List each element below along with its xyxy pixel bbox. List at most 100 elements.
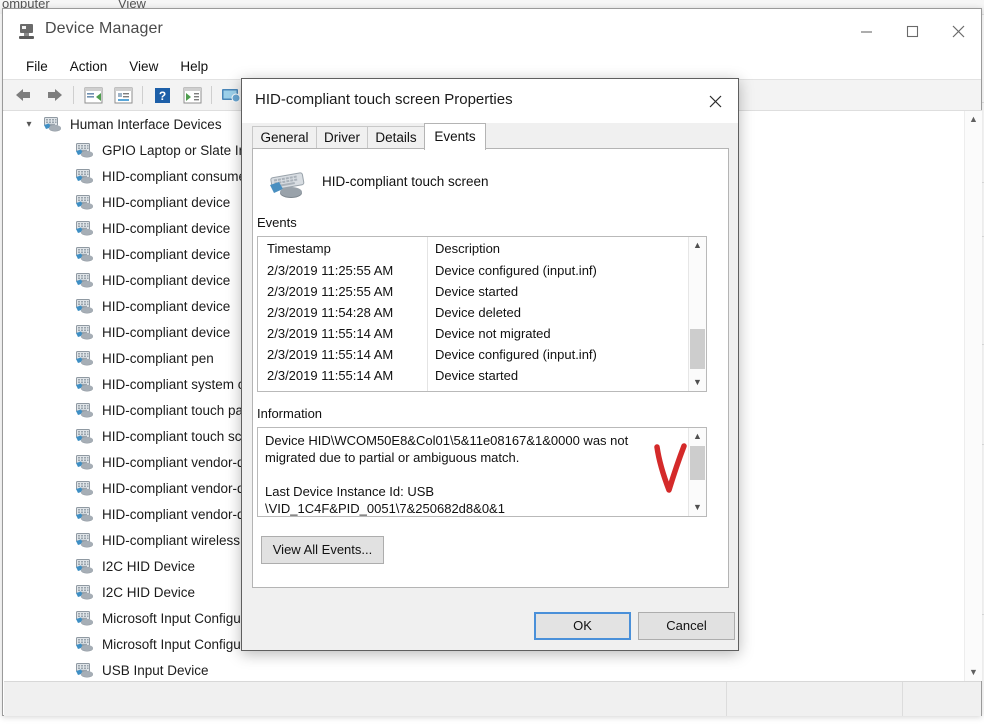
- hid-icon: [76, 142, 95, 158]
- events-scroll-thumb[interactable]: [690, 329, 705, 369]
- tree-item-label: I2C HID Device: [102, 584, 196, 600]
- event-timestamp: 2/3/2019 11:25:55 AM: [267, 263, 394, 278]
- hid-icon: [76, 324, 95, 340]
- hid-icon: [76, 454, 95, 470]
- events-list-content: Timestamp Description 2/3/2019 11:25:55 …: [258, 237, 688, 387]
- information-section-label: Information: [257, 406, 323, 421]
- hid-icon: [76, 272, 95, 288]
- red-check-annotation: [654, 443, 687, 493]
- dialog-titlebar: HID-compliant touch screen Properties: [242, 79, 738, 123]
- events-scrollbar[interactable]: ▲ ▼: [688, 237, 706, 391]
- column-header-description: Description: [435, 241, 501, 256]
- hid-icon: [76, 350, 95, 366]
- tree-item-label: Human Interface Devices: [70, 116, 222, 132]
- toolbar-separator: [73, 86, 74, 104]
- cancel-button[interactable]: Cancel: [638, 612, 735, 640]
- statusbar-divider: [902, 682, 903, 716]
- statusbar-divider: [726, 682, 727, 716]
- event-timestamp: 2/3/2019 11:55:14 AM: [267, 326, 394, 341]
- view-all-events-button[interactable]: View All Events...: [261, 536, 384, 564]
- menu-item-help[interactable]: Help: [169, 57, 219, 76]
- window-controls: [843, 9, 981, 53]
- hid-icon: [76, 298, 95, 314]
- device-manager-title: Device Manager: [45, 20, 163, 37]
- toolbar-separator: [211, 86, 212, 104]
- hid-icon: [76, 662, 95, 678]
- dialog-title: HID-compliant touch screen Properties: [255, 91, 513, 108]
- details-icon[interactable]: [108, 82, 138, 108]
- tree-item-label: HID-compliant device: [102, 272, 231, 288]
- event-row[interactable]: 2/3/2019 11:54:28 AM Device deleted: [258, 303, 688, 324]
- event-description: Device started: [435, 284, 519, 299]
- event-description: Device configured (input.inf): [435, 263, 597, 278]
- properties-icon[interactable]: [78, 82, 108, 108]
- toolbar-separator: [142, 86, 143, 104]
- hid-icon: [76, 480, 95, 496]
- hid-icon: [76, 506, 95, 522]
- event-timestamp: 2/3/2019 11:54:28 AM: [267, 305, 394, 320]
- events-listbox[interactable]: Timestamp Description 2/3/2019 11:25:55 …: [257, 236, 707, 392]
- dialog-close-button[interactable]: [693, 79, 738, 123]
- event-description: Device deleted: [435, 305, 521, 320]
- event-row[interactable]: 2/3/2019 11:25:55 AM Device configured (i…: [258, 261, 688, 282]
- information-scroll-down-icon[interactable]: ▼: [689, 499, 706, 516]
- menu-item-action[interactable]: Action: [59, 57, 119, 76]
- events-tab-panel: HID-compliant touch screen Events Timest…: [252, 148, 729, 588]
- device-manager-icon: [19, 24, 34, 39]
- tab-details[interactable]: Details: [367, 126, 425, 149]
- events-section-label: Events: [257, 215, 297, 230]
- events-header-row: Timestamp Description: [258, 237, 688, 261]
- scan-icon[interactable]: [177, 82, 207, 108]
- forward-icon[interactable]: [39, 82, 69, 108]
- event-timestamp: 2/3/2019 11:25:55 AM: [267, 284, 394, 299]
- hid-icon: [76, 584, 95, 600]
- svg-text:?: ?: [158, 89, 165, 103]
- tree-scroll-down-icon[interactable]: ▼: [965, 664, 982, 681]
- tab-driver[interactable]: Driver: [316, 126, 368, 149]
- hid-icon: [76, 558, 95, 574]
- back-icon[interactable]: [9, 82, 39, 108]
- column-header-timestamp: Timestamp: [267, 241, 331, 256]
- event-row[interactable]: 2/3/2019 11:25:55 AM Device started: [258, 282, 688, 303]
- chevron-down-icon[interactable]: ▾: [22, 119, 36, 130]
- device-tree-scrollbar[interactable]: ▲ ▼: [964, 111, 982, 681]
- minimize-button[interactable]: [843, 9, 889, 53]
- device-manager-titlebar: Device Manager: [3, 9, 981, 53]
- device-manager-menubar: File Action View Help: [3, 53, 981, 79]
- events-scroll-down-icon[interactable]: ▼: [689, 374, 706, 391]
- hid-icon: [76, 532, 95, 548]
- tab-events[interactable]: Events: [424, 123, 486, 150]
- tree-item-label: HID-compliant touch pad: [102, 402, 251, 418]
- tree-item[interactable]: USB Input Device: [4, 657, 952, 681]
- event-row[interactable]: 2/3/2019 11:55:14 AM Device started: [258, 366, 688, 387]
- event-row[interactable]: 2/3/2019 11:55:14 AM Device not migrated: [258, 324, 688, 345]
- event-row[interactable]: 2/3/2019 11:55:14 AM Device configured (i…: [258, 345, 688, 366]
- menu-item-view[interactable]: View: [118, 57, 169, 76]
- tree-item-label: HID-compliant device: [102, 220, 231, 236]
- help-icon[interactable]: ?: [147, 82, 177, 108]
- close-button[interactable]: [935, 9, 981, 53]
- tree-item-label: HID-compliant device: [102, 298, 231, 314]
- hid-icon: [76, 194, 95, 210]
- tree-item-label: I2C HID Device: [102, 558, 196, 574]
- hid-icon: [76, 168, 95, 184]
- tree-item-label: HID-compliant device: [102, 246, 231, 262]
- events-scroll-up-icon[interactable]: ▲: [689, 237, 706, 254]
- event-description: Device configured (input.inf): [435, 347, 597, 362]
- hid-icon: [76, 376, 95, 392]
- event-description: Device not migrated: [435, 326, 551, 341]
- information-textbox[interactable]: Device HID\WCOM50E8&Col01\5&11e08167&1&0…: [257, 427, 707, 517]
- properties-dialog: HID-compliant touch screen Properties Ge…: [241, 78, 739, 651]
- dialog-tabs: General Driver Details Events: [242, 123, 738, 150]
- ok-button[interactable]: OK: [534, 612, 631, 640]
- tab-general[interactable]: General: [252, 126, 317, 149]
- menu-item-file[interactable]: File: [15, 57, 59, 76]
- hid-icon: [76, 402, 95, 418]
- tree-scroll-up-icon[interactable]: ▲: [965, 111, 982, 128]
- information-text: Device HID\WCOM50E8&Col01\5&11e08167&1&0…: [265, 433, 629, 516]
- device-manager-statusbar: [4, 681, 981, 716]
- tree-item-label: HID-compliant device: [102, 194, 231, 210]
- hid-icon: [76, 610, 95, 626]
- hid-icon: [76, 246, 95, 262]
- maximize-button[interactable]: [889, 9, 935, 53]
